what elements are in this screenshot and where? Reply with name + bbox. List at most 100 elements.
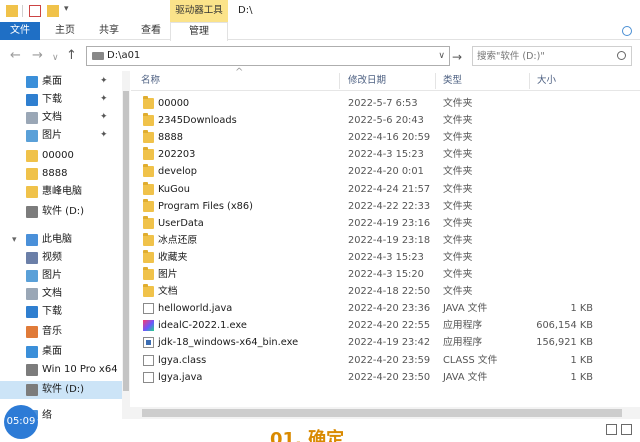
expand-icon[interactable]: ▾ <box>12 231 17 249</box>
file-row[interactable]: KuGou 2022-4-24 21:57 文件夹 <box>131 181 640 198</box>
scrollbar-thumb[interactable] <box>142 409 622 417</box>
column-divider[interactable] <box>339 73 340 89</box>
properties-icon[interactable] <box>29 5 41 17</box>
nav-item[interactable]: 文档 ✦ <box>0 109 122 127</box>
file-row[interactable]: lgya.java 2022-4-20 23:50 JAVA 文件 1 KB <box>131 369 640 386</box>
file-row[interactable]: 202203 2022-4-3 15:23 文件夹 <box>131 146 640 163</box>
file-date: 2022-4-3 15:23 <box>348 251 424 263</box>
nav-item[interactable]: 视频 <box>0 249 122 267</box>
nav-item[interactable]: 桌面 ✦ <box>0 73 122 91</box>
help-icon[interactable] <box>622 26 632 36</box>
file-type: 文件夹 <box>443 132 473 144</box>
chevron-down-icon[interactable]: ∨ <box>438 51 445 61</box>
tab-home[interactable]: 主页 <box>48 22 82 40</box>
file-row[interactable]: 收藏夹 2022-4-3 15:23 文件夹 <box>131 249 640 266</box>
file-row[interactable]: 8888 2022-4-16 20:59 文件夹 <box>131 129 640 146</box>
column-divider[interactable] <box>435 73 436 89</box>
new-folder-icon[interactable] <box>47 5 59 17</box>
file-date: 2022-4-19 23:18 <box>348 234 431 246</box>
file-row[interactable]: jdk-18_windows-x64_bin.exe 2022-4-19 23:4… <box>131 334 640 351</box>
nav-item[interactable]: ▾ 此电脑 <box>0 231 122 249</box>
file-type: 文件夹 <box>443 217 473 229</box>
column-name[interactable]: 名称 <box>141 71 160 91</box>
file-date: 2022-4-20 23:36 <box>348 303 431 315</box>
nav-item[interactable]: 惠峰电脑 <box>0 183 122 201</box>
horizontal-scrollbar[interactable] <box>122 407 640 419</box>
column-date[interactable]: 修改日期 <box>348 71 386 91</box>
go-arrow-icon[interactable]: → <box>452 51 462 63</box>
file-row[interactable]: 冰点还原 2022-4-19 23:18 文件夹 <box>131 232 640 249</box>
pin-icon: ✦ <box>100 94 108 104</box>
file-row[interactable]: develop 2022-4-20 0:01 文件夹 <box>131 163 640 180</box>
file-row[interactable]: 文档 2022-4-18 22:50 文件夹 <box>131 283 640 300</box>
large-icons-view-icon[interactable] <box>621 424 632 435</box>
nav-item-label: 图片 <box>42 270 62 281</box>
separator <box>22 5 23 17</box>
file-row[interactable]: lgya.class 2022-4-20 23:59 CLASS 文件 1 KB <box>131 352 640 369</box>
tab-view[interactable]: 查看 <box>134 22 168 40</box>
file-type: 文件夹 <box>443 286 473 298</box>
nav-item[interactable]: Win 10 Pro x64 <box>0 361 122 379</box>
file-type: 文件夹 <box>443 200 473 212</box>
address-path[interactable]: D:\a01 <box>107 47 140 65</box>
nav-item[interactable]: 下载 ✦ <box>0 91 122 109</box>
file-date: 2022-4-16 20:59 <box>348 132 431 144</box>
file-row[interactable]: 00000 2022-5-7 6:53 文件夹 <box>131 95 640 112</box>
customize-quick-access-icon[interactable]: ▾ <box>64 4 69 14</box>
up-arrow-icon[interactable]: ↑ <box>66 49 77 63</box>
document-icon <box>26 288 38 300</box>
nav-item-label: 00000 <box>42 150 74 161</box>
column-divider[interactable] <box>529 73 530 89</box>
file-type: 文件夹 <box>443 149 473 161</box>
search-icon[interactable] <box>617 51 626 60</box>
tab-share[interactable]: 共享 <box>92 22 126 40</box>
nav-item[interactable]: 8888 <box>0 165 122 183</box>
nav-item[interactable]: 图片 ✦ <box>0 127 122 145</box>
nav-item[interactable]: 图片 <box>0 267 122 285</box>
nav-item-label: 音乐 <box>42 326 62 337</box>
file-row[interactable]: helloworld.java 2022-4-20 23:36 JAVA 文件 1 K… <box>131 300 640 317</box>
file-date: 2022-4-19 23:42 <box>348 337 431 349</box>
document-icon <box>26 112 38 124</box>
column-type[interactable]: 类型 <box>443 71 462 91</box>
file-row[interactable]: idealC-2022.1.exe 2022-4-20 22:55 应用程序 606,… <box>131 317 640 334</box>
column-size[interactable]: 大小 <box>537 71 556 91</box>
recent-locations-icon[interactable]: ∨ <box>52 51 59 65</box>
file-list: ^ 名称 修改日期 类型 大小 00000 2022-5-7 6:53 文件夹 234… <box>131 67 640 427</box>
folder-icon[interactable] <box>6 5 18 17</box>
nav-item[interactable]: 桌面 <box>0 343 122 361</box>
view-toggle[interactable] <box>606 424 634 436</box>
search-input[interactable] <box>477 49 613 64</box>
pin-icon: ✦ <box>100 76 108 86</box>
pin-icon: ✦ <box>100 130 108 140</box>
nav-item[interactable]: 软件 (D:) <box>0 381 122 399</box>
file-date: 2022-4-22 22:33 <box>348 200 431 212</box>
nav-item[interactable]: 下载 <box>0 303 122 321</box>
file-row[interactable]: UserData 2022-4-19 23:16 文件夹 <box>131 215 640 232</box>
tab-file[interactable]: 文件 <box>0 22 40 40</box>
details-view-icon[interactable] <box>606 424 617 435</box>
window-title: D:\ <box>238 5 253 16</box>
file-row[interactable]: 图片 2022-4-3 15:20 文件夹 <box>131 266 640 283</box>
tab-manage[interactable]: 管理 <box>170 22 228 41</box>
file-row[interactable]: Program Files (x86) 2022-4-22 22:33 文件夹 <box>131 198 640 215</box>
back-arrow-icon[interactable]: ← <box>10 49 21 63</box>
folder-icon <box>143 284 154 298</box>
nav-item[interactable]: 软件 (D:) <box>0 203 122 221</box>
video-caption: 01. 确定 <box>270 429 345 442</box>
nav-item-label: 文档 <box>42 112 62 123</box>
search-box[interactable] <box>472 46 632 66</box>
application-icon <box>143 320 154 332</box>
time-badge: 05:09 <box>4 405 38 439</box>
scrollbar-thumb[interactable] <box>123 91 129 391</box>
nav-item[interactable]: 00000 <box>0 147 122 165</box>
drive-icon <box>26 384 38 396</box>
navigation-scrollbar[interactable] <box>122 71 130 427</box>
nav-item[interactable]: 文档 <box>0 285 122 303</box>
nav-item[interactable]: 音乐 <box>0 323 122 341</box>
address-bar[interactable]: D:\a01 ∨ <box>86 46 450 66</box>
forward-arrow-icon[interactable]: → <box>32 49 43 63</box>
nav-item-label: 下载 <box>42 306 62 317</box>
file-row[interactable]: 2345Downloads 2022-5-6 20:43 文件夹 <box>131 112 640 129</box>
file-name: UserData <box>158 217 204 229</box>
